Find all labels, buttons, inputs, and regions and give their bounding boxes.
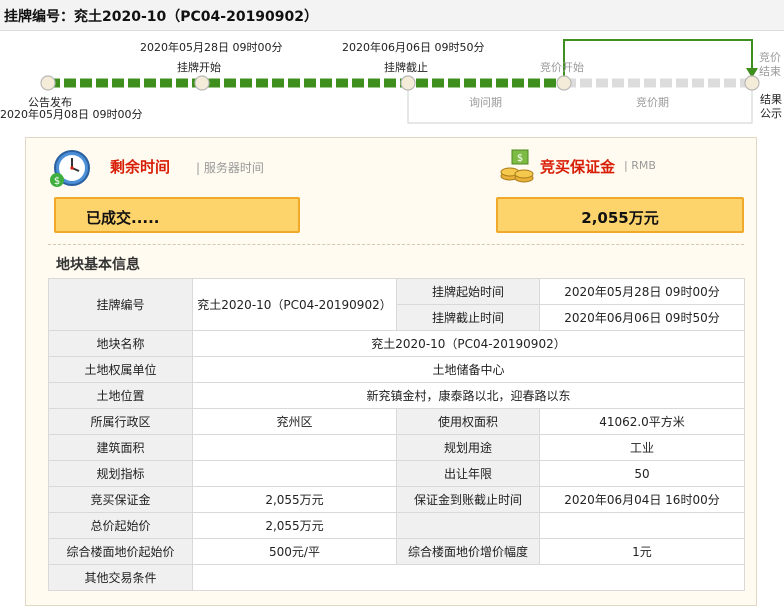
deposit-amount: 2,055万元 <box>581 209 659 227</box>
table-row: 土地权属单位 土地储备中心 <box>48 356 745 383</box>
server-time-label: | 服务器时间 <box>196 161 264 175</box>
result-label-2: 公示 <box>760 107 782 120</box>
table-row: 其他交易条件 <box>48 564 745 591</box>
table-row: 竞买保证金 2,055万元 保证金到账截止时间 2020年06月04日 16时0… <box>48 486 745 513</box>
parcel-info-table: 挂牌编号 兖土2020-10（PC04-20190902） 挂牌起始时间 202… <box>48 278 745 591</box>
floor-price-label: 综合楼面地价起始价 <box>48 538 193 565</box>
start-time-value: 2020年05月28日 09时00分 <box>539 278 745 305</box>
status-box: 已成交..... <box>54 197 300 233</box>
svg-text:$: $ <box>517 153 523 164</box>
table-row: 地块名称 兖土2020-10（PC04-20190902） <box>48 330 745 357</box>
table-row: 综合楼面地价起始价 500元/平 综合楼面地价增价幅度 1元 <box>48 538 745 565</box>
planning-index-label: 规划指标 <box>48 460 193 487</box>
listing-no-value: 兖土2020-10（PC04-20190902） <box>192 278 397 331</box>
planned-use-value: 工业 <box>539 434 745 461</box>
parcel-name-label: 地块名称 <box>48 330 193 357</box>
other-conditions-value <box>192 564 745 591</box>
table-row: 土地位置 新兖镇金村，康泰路以北，迎春路以东 <box>48 382 745 409</box>
status-text: 已成交..... <box>86 209 160 227</box>
planned-use-label: 规划用途 <box>396 434 540 461</box>
period-bracket <box>407 90 753 124</box>
milestone-bidding-start <box>556 75 572 91</box>
page-header: 挂牌编号：兖土2020-10（PC04-20190902） <box>0 0 784 31</box>
table-row: 总价起始价 2,055万元 <box>48 512 745 539</box>
deposit-unit-label: | RMB <box>624 159 656 172</box>
building-area-label: 建筑面积 <box>48 434 193 461</box>
district-value: 兖州区 <box>192 408 397 435</box>
coins-icon: $ <box>500 149 534 183</box>
progress-timeline: 2020年05月28日 09时00分 2020年06月06日 09时50分 挂牌… <box>0 32 784 132</box>
deposit-row-label: 竞买保证金 <box>48 486 193 513</box>
announce-date: 2020年05月08日 09时00分 <box>0 108 143 121</box>
start-price-value: 2,055万元 <box>192 512 397 539</box>
end-time-value: 2020年06月06日 09时50分 <box>539 304 745 331</box>
term-label: 出让年限 <box>396 460 540 487</box>
listing-number-title: 挂牌编号：兖土2020-10（PC04-20190902） <box>4 9 319 25</box>
bidding-period-label: 竞价期 <box>636 96 669 109</box>
use-area-value: 41062.0平方米 <box>539 408 745 435</box>
milestone-listing-start <box>194 75 210 91</box>
clock-icon: $ <box>50 150 90 187</box>
building-area-value <box>192 434 397 461</box>
floor-price-value: 500元/平 <box>192 538 397 565</box>
table-row: 建筑面积 规划用途 工业 <box>48 434 745 461</box>
milestone-announce <box>40 75 56 91</box>
increment-label: 综合楼面地价增价幅度 <box>396 538 540 565</box>
deposit-row-value: 2,055万元 <box>192 486 397 513</box>
auction-info-card: $ 剩余时间 | 服务器时间 $ 竞买保证金 | RMB 已成交..... 2,… <box>25 137 757 606</box>
milestone-listing-end <box>400 75 416 91</box>
empty-value <box>539 512 745 539</box>
deposit-label: 竞买保证金 <box>540 158 616 176</box>
planning-index-value <box>192 460 397 487</box>
listing-start-date: 2020年05月28日 09时00分 <box>140 41 283 54</box>
bidding-end-label-2: 结束 <box>759 65 781 78</box>
milestone-result <box>744 75 760 91</box>
use-area-label: 使用权面积 <box>396 408 540 435</box>
deposit-amount-box: 2,055万元 <box>496 197 744 233</box>
location-label: 土地位置 <box>48 382 193 409</box>
term-value: 50 <box>539 460 745 487</box>
increment-value: 1元 <box>539 538 745 565</box>
empty-label <box>396 512 540 539</box>
listing-end-date: 2020年06月06日 09时50分 <box>342 41 485 54</box>
deposit-deadline-value: 2020年06月04日 16时00分 <box>539 486 745 513</box>
inquiry-period-label: 询问期 <box>469 96 502 109</box>
bidding-start-label: 竞价开始 <box>540 61 584 74</box>
remaining-time-label: 剩余时间 <box>110 158 171 176</box>
svg-text:$: $ <box>54 176 60 187</box>
listing-start-label: 挂牌开始 <box>177 61 221 74</box>
bidding-bracket <box>563 39 753 76</box>
start-price-label: 总价起始价 <box>48 512 193 539</box>
district-label: 所属行政区 <box>48 408 193 435</box>
location-value: 新兖镇金村，康泰路以北，迎春路以东 <box>192 382 745 409</box>
other-conditions-label: 其他交易条件 <box>48 564 193 591</box>
start-time-label: 挂牌起始时间 <box>396 278 540 305</box>
listing-no-label: 挂牌编号 <box>48 278 193 331</box>
owner-value: 土地储备中心 <box>192 356 745 383</box>
table-row: 挂牌编号 兖土2020-10（PC04-20190902） 挂牌起始时间 202… <box>48 278 745 331</box>
deposit-deadline-label: 保证金到账截止时间 <box>396 486 540 513</box>
owner-label: 土地权属单位 <box>48 356 193 383</box>
divider <box>48 244 744 245</box>
listing-end-label: 挂牌截止 <box>384 61 428 74</box>
section-title: 地块基本信息 <box>56 257 140 273</box>
parcel-name-value: 兖土2020-10（PC04-20190902） <box>192 330 745 357</box>
table-row: 所属行政区 兖州区 使用权面积 41062.0平方米 <box>48 408 745 435</box>
end-time-label: 挂牌截止时间 <box>396 304 540 331</box>
table-row: 规划指标 出让年限 50 <box>48 460 745 487</box>
